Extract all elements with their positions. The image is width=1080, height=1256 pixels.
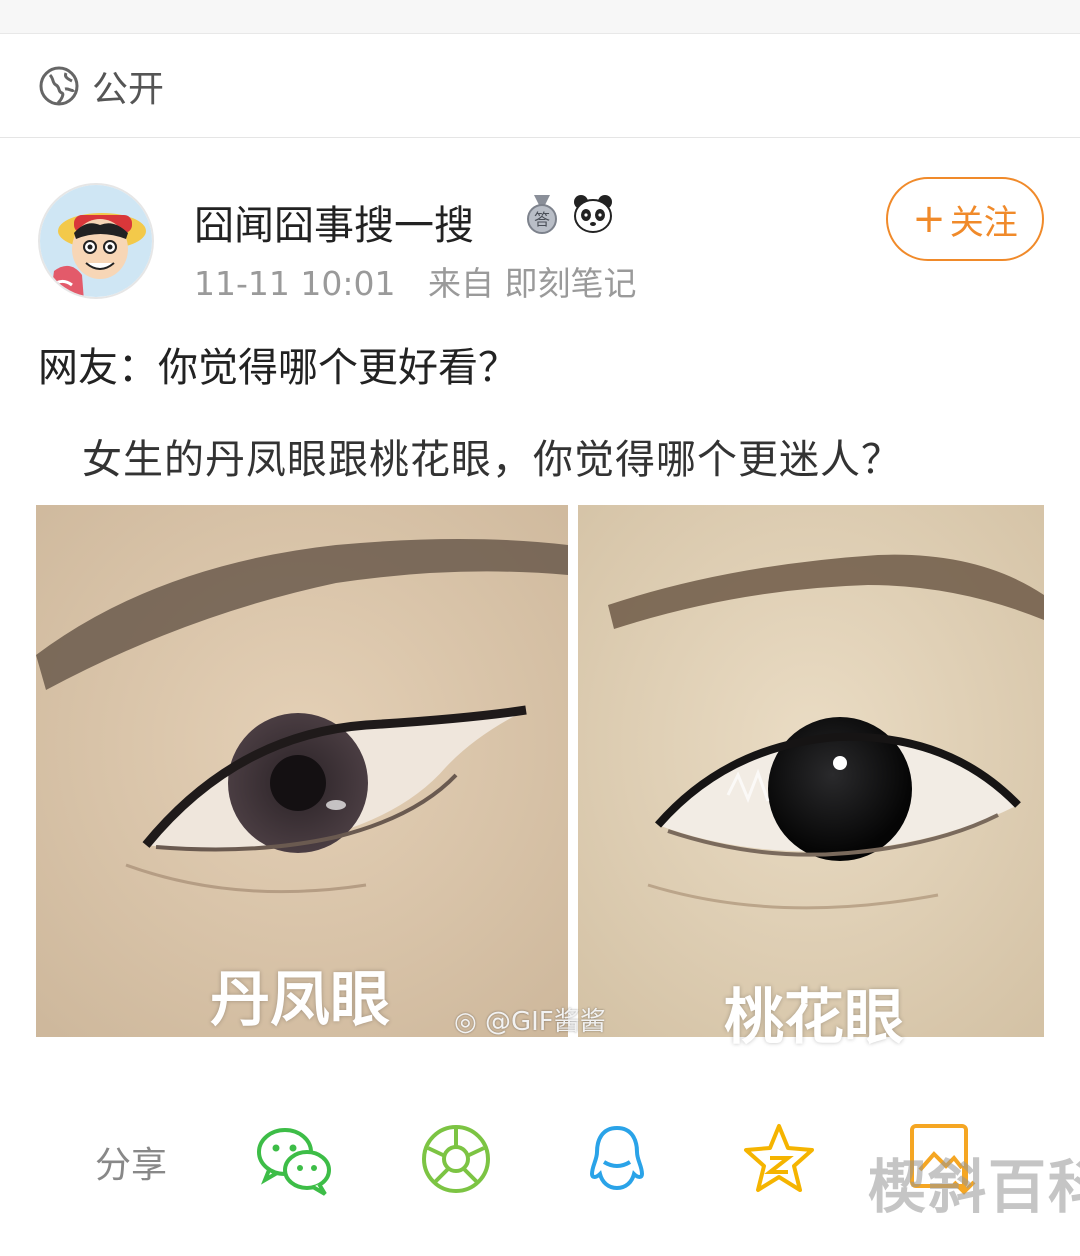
image-caption: 女生的丹凤眼跟桃花眼，你觉得哪个更迷人？ bbox=[82, 437, 902, 483]
site-watermark: 楔斜百科 bbox=[868, 1153, 1080, 1221]
visibility-label: 公开 bbox=[92, 68, 165, 110]
avatar-image bbox=[40, 185, 152, 297]
post-time: 11-11 10:01 bbox=[194, 264, 396, 303]
weibo-icon: ◎ bbox=[454, 1007, 477, 1037]
follow-button[interactable]: + 关注 bbox=[886, 177, 1044, 261]
avatar[interactable] bbox=[38, 183, 154, 299]
share-label: 分享 bbox=[95, 1145, 168, 1186]
qzone-icon[interactable] bbox=[740, 1120, 818, 1198]
visibility-row[interactable]: 公开 bbox=[0, 34, 1080, 138]
moments-icon[interactable] bbox=[417, 1120, 495, 1198]
author-name[interactable]: 囧闻囧事搜一搜 bbox=[194, 193, 474, 251]
left-eye-label: 丹凤眼 bbox=[210, 965, 390, 1035]
plus-icon: + bbox=[912, 196, 946, 242]
post-text: 网友：你觉得哪个更好看？ bbox=[38, 345, 518, 391]
post-meta: 11-11 10:01 来自 即刻笔记 bbox=[194, 257, 658, 305]
qq-icon[interactable] bbox=[578, 1120, 656, 1198]
medal-badge-icon[interactable]: 答 bbox=[521, 193, 563, 235]
follow-label: 关注 bbox=[949, 202, 1018, 243]
wechat-icon[interactable] bbox=[255, 1120, 333, 1198]
top-strip bbox=[0, 0, 1080, 34]
right-eye-image[interactable] bbox=[578, 505, 1044, 1037]
post-source[interactable]: 来自 即刻笔记 bbox=[428, 264, 637, 303]
right-eye-label: 桃花眼 bbox=[724, 983, 904, 1053]
globe-icon bbox=[39, 66, 79, 105]
svg-text:答: 答 bbox=[534, 210, 550, 229]
panda-icon[interactable] bbox=[572, 193, 614, 235]
image-watermark: ◎ @GIF酱酱 bbox=[454, 1007, 606, 1037]
image-divider bbox=[568, 505, 578, 1037]
